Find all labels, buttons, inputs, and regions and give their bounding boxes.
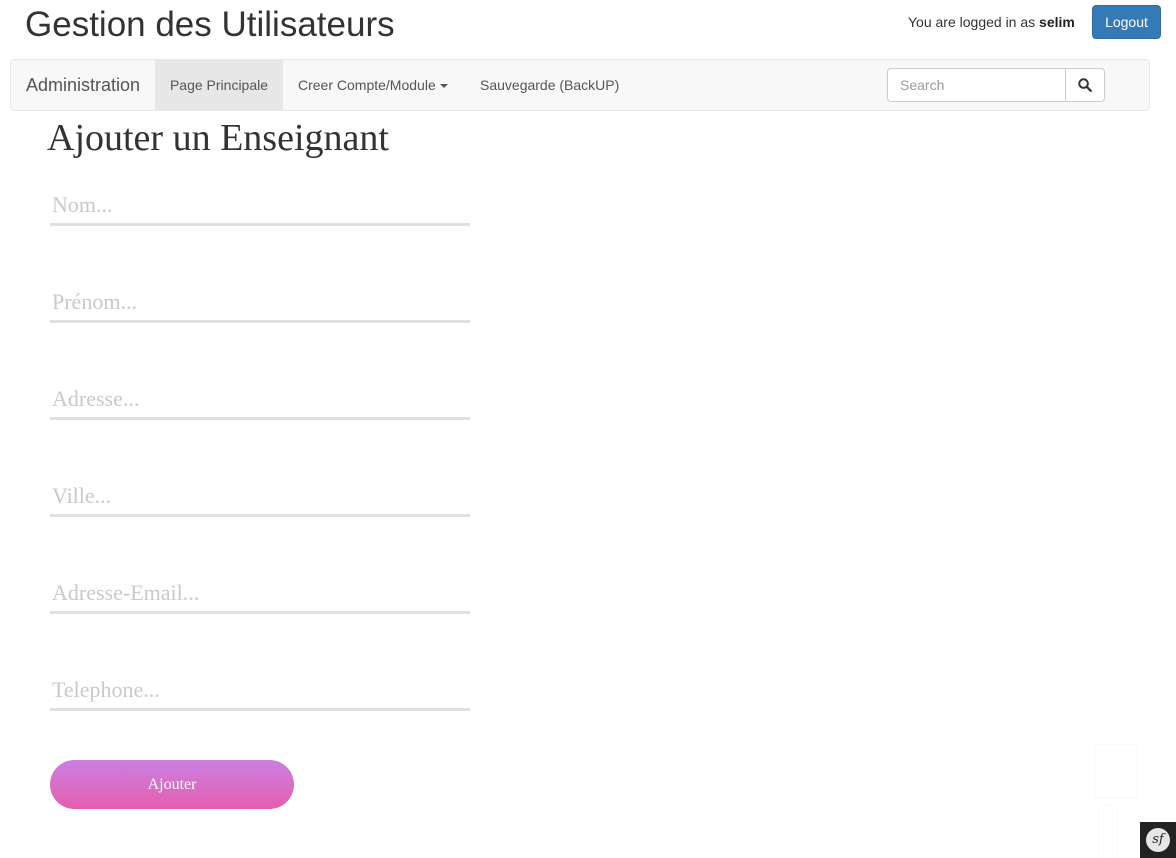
login-prefix: You are logged in as <box>908 14 1036 30</box>
nav-item-sauvegarde[interactable]: Sauvegarde (BackUP) <box>480 60 619 110</box>
email-field[interactable] <box>50 574 470 614</box>
ajouter-button[interactable]: Ajouter <box>50 760 294 809</box>
navbar-brand[interactable]: Administration <box>26 60 140 110</box>
symfony-icon: sf <box>1146 828 1170 852</box>
logout-button[interactable]: Logout <box>1092 5 1161 39</box>
telephone-field[interactable] <box>50 671 470 711</box>
navbar: Administration Page Principale Creer Com… <box>10 59 1150 111</box>
faded-overlay <box>1100 806 1116 858</box>
nav-item-label: Creer Compte/Module <box>298 77 436 93</box>
debug-toolbar-toggle[interactable]: sf <box>1140 822 1176 858</box>
username: selim <box>1039 14 1075 30</box>
ville-field[interactable] <box>50 477 470 517</box>
nav-item-label: Page Principale <box>169 77 269 93</box>
page-heading: Ajouter un Enseignant <box>47 117 389 159</box>
app-title: Gestion des Utilisateurs <box>25 5 395 44</box>
adresse-field[interactable] <box>50 380 470 420</box>
caret-down-icon <box>439 84 448 89</box>
search-input[interactable] <box>887 68 1065 102</box>
nom-field[interactable] <box>50 186 470 226</box>
search-button[interactable] <box>1065 68 1105 102</box>
prenom-field[interactable] <box>50 283 470 323</box>
nav-item-page-principale[interactable]: Page Principale <box>155 60 283 110</box>
nav-item-creer-compte-module[interactable]: Creer Compte/Module <box>298 60 448 110</box>
search-icon <box>1078 78 1092 92</box>
faded-overlay <box>1096 745 1136 797</box>
nav-item-label: Sauvegarde (BackUP) <box>480 77 620 93</box>
login-status: You are logged in as selim <box>908 13 1075 31</box>
